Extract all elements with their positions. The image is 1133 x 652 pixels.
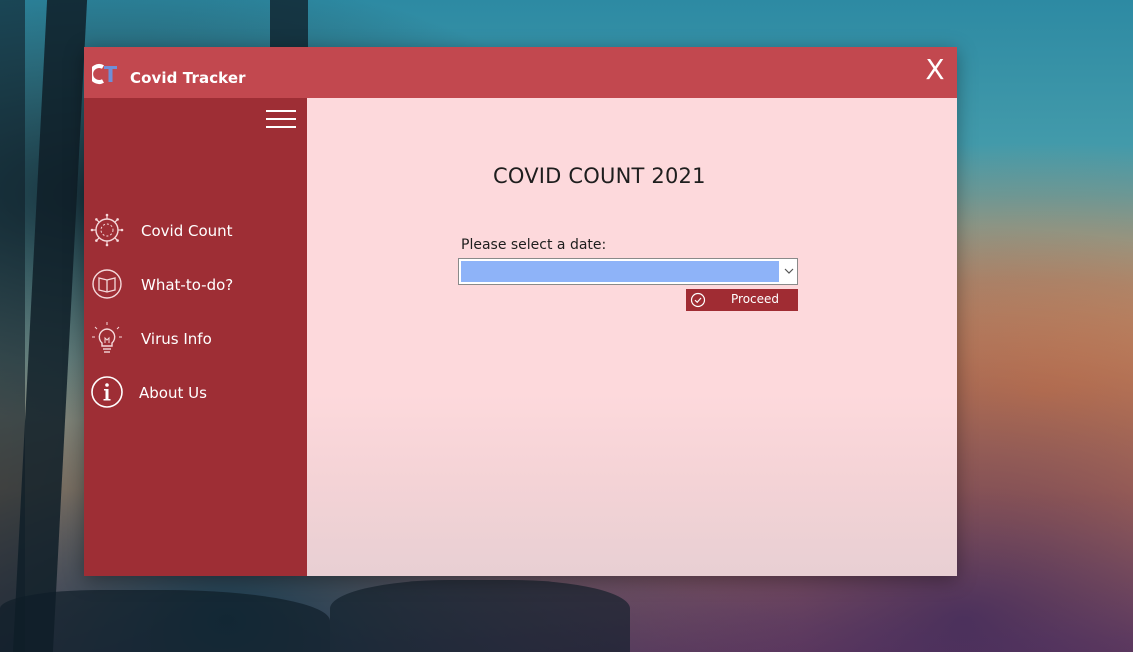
- app-title: Covid Tracker: [130, 69, 246, 87]
- date-select[interactable]: [458, 258, 798, 285]
- proceed-button[interactable]: Proceed: [686, 289, 798, 311]
- app-logo-icon: [92, 64, 117, 84]
- sidebar: Covid Count What-to-do? Virus Info About…: [84, 98, 307, 576]
- sidebar-item-label: Virus Info: [141, 330, 212, 348]
- info-icon: [91, 376, 123, 408]
- sidebar-item-about-us[interactable]: About Us: [84, 373, 307, 413]
- title-bar: Covid Tracker X: [84, 47, 957, 98]
- close-button[interactable]: X: [923, 53, 947, 87]
- date-field-label: Please select a date:: [461, 237, 607, 253]
- wallpaper-tree: [330, 580, 630, 652]
- app-window: Covid Tracker X Covid Count What-to-do? …: [84, 47, 957, 576]
- virus-icon: [90, 213, 124, 247]
- sidebar-item-label: What-to-do?: [141, 276, 234, 294]
- check-circle-icon: [690, 292, 706, 308]
- main-content: COVID COUNT 2021 Please select a date: P…: [307, 98, 957, 576]
- book-icon: [92, 269, 122, 299]
- sidebar-item-virus-info[interactable]: Virus Info: [84, 319, 307, 359]
- wallpaper-tree: [0, 590, 330, 652]
- wallpaper-tree: [0, 0, 25, 652]
- date-select-value: [461, 261, 779, 282]
- sidebar-item-label: About Us: [139, 384, 207, 402]
- proceed-button-label: Proceed: [731, 292, 780, 306]
- page-title: COVID COUNT 2021: [493, 164, 706, 188]
- lightbulb-icon: [92, 322, 122, 353]
- sidebar-item-covid-count[interactable]: Covid Count: [84, 211, 307, 251]
- hamburger-menu-icon[interactable]: [266, 108, 296, 130]
- desktop-background: Covid Tracker X Covid Count What-to-do? …: [0, 0, 1133, 652]
- sidebar-item-label: Covid Count: [141, 222, 233, 240]
- chevron-down-icon: [784, 268, 794, 274]
- sidebar-item-what-to-do[interactable]: What-to-do?: [84, 265, 307, 305]
